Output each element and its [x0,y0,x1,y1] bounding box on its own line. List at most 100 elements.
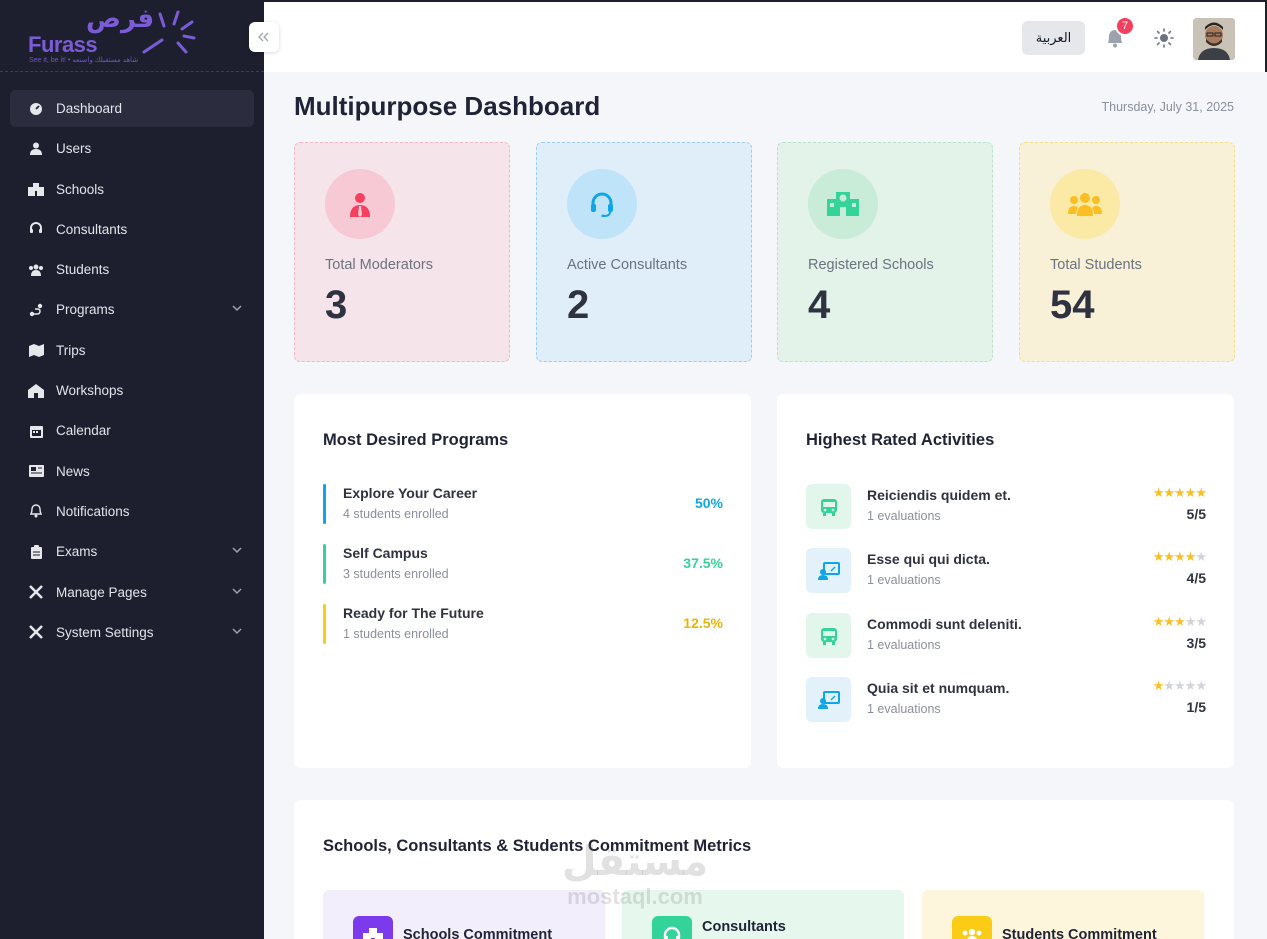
sidebar-item-label: Manage Pages [56,584,147,600]
card-title: Highest Rated Activities [806,431,995,449]
sidebar-item-label: Students [56,262,110,278]
sidebar-item-trips[interactable]: Trips [10,332,254,369]
activity-evaluations: 1 evaluations [867,509,941,523]
program-color-bar [323,604,326,644]
activity-evaluations: 1 evaluations [867,702,941,716]
current-date: Thursday, July 31, 2025 [1101,100,1234,114]
watermark-url: mostaql.com [567,884,703,909]
programs-card: Most Desired Programs Explore Your Caree… [294,394,751,768]
sidebar-item-news[interactable]: News [10,453,254,490]
clipboard-icon [28,544,44,560]
activities-card: Highest Rated Activities Reiciendis quid… [777,394,1234,768]
sidebar-item-label: Trips [56,342,86,358]
stat-label: Total Moderators [325,257,433,273]
tools-icon [28,624,44,640]
brand-name-en: Furass [28,32,98,57]
program-percent: 50% [694,495,723,511]
stat-card-moderators[interactable]: Total Moderators 3 [294,142,510,362]
activity-rating: 5/5 [1186,506,1206,522]
activity-item[interactable]: Reiciendis quidem et. 1 evaluations ★★★★… [806,484,1207,530]
rating-stars: ★★★★★ [1152,486,1207,501]
newspaper-icon [28,463,44,479]
sidebar-item-consultants[interactable]: Consultants [10,211,254,248]
calendar-icon [28,423,44,439]
brand-logo[interactable]: فرص Furass See it, be it! • شاهد مستقبلك… [0,0,264,72]
activity-name: Quia sit et numquam. [867,680,1010,696]
warehouse-icon [28,383,44,399]
page-title: Multipurpose Dashboard [294,91,601,121]
metric-label: Schools Commitment [403,927,553,939]
sidebar-item-label: Exams [56,544,98,560]
activity-item[interactable]: Esse qui qui dicta. 1 evaluations ★★★★★ … [806,548,1207,594]
activity-rating: 3/5 [1186,635,1206,651]
program-percent: 12.5% [683,615,723,631]
sidebar-item-workshops[interactable]: Workshops [10,372,254,409]
chevron-down-icon [232,305,242,312]
activity-name: Esse qui qui dicta. [867,551,990,567]
program-item[interactable]: Ready for The Future 1 students enrolled… [323,604,723,644]
sidebar-item-label: Users [56,141,92,157]
stat-card-schools[interactable]: Registered Schools 4 [777,142,993,362]
stat-card-students[interactable]: Total Students 54 [1019,142,1235,362]
sidebar-item-notifications[interactable]: Notifications [10,493,254,530]
chevron-down-icon [232,588,242,594]
language-switch-button[interactable]: العربية [1022,21,1085,55]
chevron-down-icon [232,628,242,634]
notification-count-badge: 7 [1115,16,1135,36]
brand-tagline: See it, be it! • شاهد مستقبلك واصنعه [29,57,139,64]
card-title: Most Desired Programs [323,431,509,449]
activity-evaluations: 1 evaluations [867,573,941,587]
program-enrolled: 3 students enrolled [343,567,449,581]
program-item[interactable]: Explore Your Career 4 students enrolled … [323,484,723,524]
activity-item[interactable]: Commodi sunt deleniti. 1 evaluations ★★★… [806,613,1207,659]
sidebar-item-label: Schools [56,181,105,197]
map-icon [28,342,44,358]
sidebar-item-label: Programs [56,302,115,318]
school-icon [28,181,44,197]
activity-item[interactable]: Quia sit et numquam. 1 evaluations ★★★★★… [806,677,1207,723]
stat-value: 4 [808,283,831,327]
user-avatar[interactable] [1193,18,1235,60]
sidebar-item-manage-pages[interactable]: Manage Pages [10,574,254,611]
metric-students-commitment[interactable]: Students Commitment [922,890,1204,939]
rating-stars: ★★★★★ [1152,615,1207,630]
sidebar-item-dashboard[interactable]: Dashboard [10,90,254,127]
users-group-icon [28,262,44,278]
sidebar-item-label: Consultants [56,221,128,237]
sidebar-item-exams[interactable]: Exams [10,533,254,570]
sidebar-item-schools[interactable]: Schools [10,171,254,208]
stat-card-consultants[interactable]: Active Consultants 2 [536,142,752,362]
stat-value: 2 [567,283,590,327]
school-icon [808,169,878,239]
sidebar-collapse-button[interactable] [249,22,279,52]
headset-icon [652,916,692,939]
sidebar-nav: Dashboard Users Schools Consultants Stud… [0,72,264,651]
presentation-icon [806,548,851,593]
moderator-icon [325,169,395,239]
sidebar-item-students[interactable]: Students [10,251,254,288]
school-icon [353,916,393,939]
program-color-bar [323,484,326,524]
user-icon [28,141,44,157]
theme-toggle-sun-icon[interactable] [1154,28,1174,48]
sidebar-item-users[interactable]: Users [10,130,254,167]
program-percent: 37.5% [683,555,723,571]
headset-icon [567,169,637,239]
sidebar-item-label: News [56,463,90,479]
watermark-arabic: مستقل [561,839,709,885]
program-item[interactable]: Self Campus 3 students enrolled 37.5% [323,544,723,584]
sidebar-item-system-settings[interactable]: System Settings [10,614,254,651]
rating-stars: ★★★★★ [1152,550,1207,565]
sidebar-item-programs[interactable]: Programs [10,291,254,328]
stat-label: Total Students [1050,257,1142,273]
sidebar-item-calendar[interactable]: Calendar [10,412,254,449]
activity-evaluations: 1 evaluations [867,638,941,652]
watermark: مستقل mostaql.com [555,838,715,908]
avatar-photo-icon [1193,18,1235,60]
sidebar-item-label: System Settings [56,624,154,640]
sidebar-item-label: Workshops [56,383,124,399]
bus-icon [806,484,851,529]
chevron-down-icon [232,547,242,554]
activity-rating: 1/5 [1186,699,1206,715]
stat-value: 3 [325,283,348,327]
